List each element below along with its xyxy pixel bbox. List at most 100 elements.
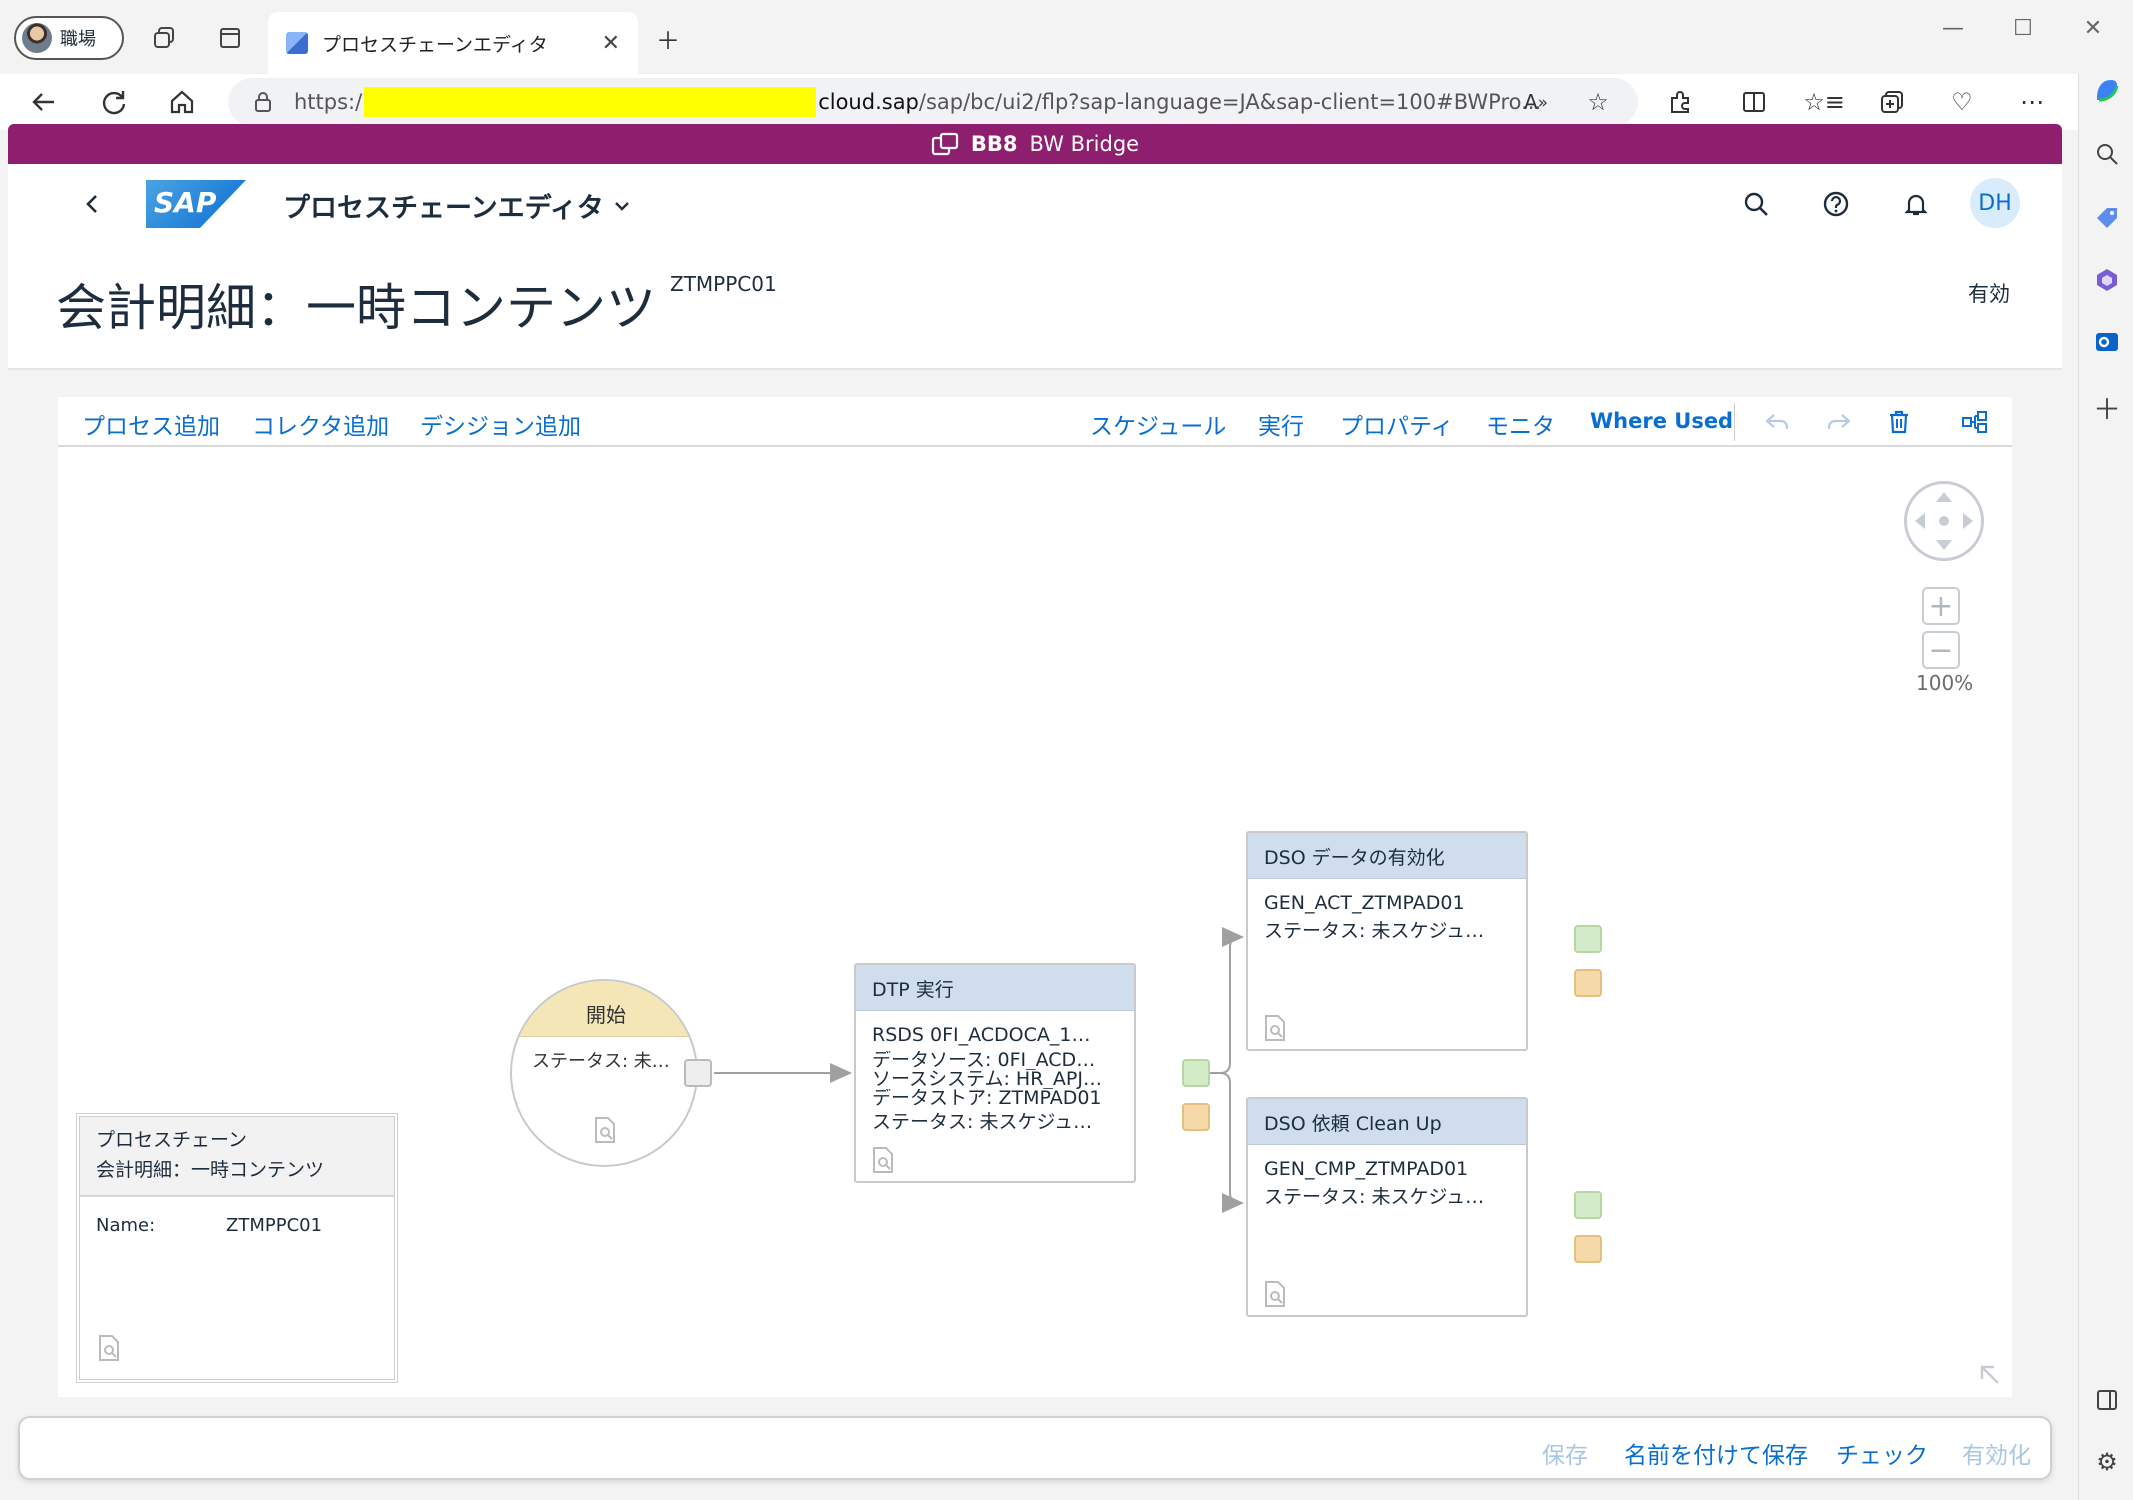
shopping-tag-icon[interactable] bbox=[2091, 202, 2123, 234]
extensions-icon[interactable] bbox=[1660, 82, 1700, 122]
chain-card-description: 会計明細：一時コンテンツ bbox=[96, 1159, 325, 1181]
split-screen-icon[interactable] bbox=[1734, 82, 1774, 122]
new-tab-icon[interactable]: ＋ bbox=[648, 18, 688, 58]
chevron-down-icon bbox=[614, 201, 629, 211]
undo-icon[interactable] bbox=[1760, 405, 1794, 439]
outlook-icon[interactable] bbox=[2091, 326, 2123, 358]
sidebar-settings-icon[interactable]: ⚙ bbox=[2091, 1446, 2123, 1478]
dtp-node-title: DTP 実行 bbox=[856, 965, 1134, 1011]
cleanup-node-status: ステータス: 未スケジュール bbox=[1264, 1186, 1504, 1208]
collections-icon[interactable] bbox=[1872, 82, 1912, 122]
sap-logo[interactable]: SAP bbox=[146, 180, 246, 228]
profile-button[interactable]: 職場 bbox=[14, 16, 124, 60]
url-redaction bbox=[364, 87, 817, 117]
sidebar-panel-icon[interactable] bbox=[2091, 1384, 2123, 1416]
zoom-out-button[interactable]: − bbox=[1922, 631, 1960, 669]
toolbar-separator bbox=[1734, 403, 1735, 441]
document-search-icon[interactable] bbox=[592, 1115, 618, 1145]
where-used-button[interactable]: Where Used bbox=[1590, 409, 1733, 433]
copilot-icon[interactable] bbox=[2091, 74, 2123, 106]
browser-essentials-icon[interactable]: ♡ bbox=[1942, 82, 1982, 122]
tab-actions-icon[interactable] bbox=[210, 18, 250, 58]
process-chain-card[interactable]: プロセスチェーン 会計明細：一時コンテンツ Name: ZTMPPC01 bbox=[76, 1113, 398, 1383]
read-aloud-icon[interactable]: A» bbox=[1516, 82, 1556, 122]
start-node[interactable]: 開始 ステータス: 未スケジュール bbox=[510, 979, 698, 1167]
dtp-success-port[interactable] bbox=[1182, 1059, 1210, 1087]
add-sidebar-icon[interactable]: ＋ bbox=[2091, 392, 2123, 426]
save-button[interactable]: 保存 bbox=[1542, 1436, 1588, 1470]
maximize-icon[interactable]: ☐ bbox=[1998, 8, 2048, 48]
navigation-pad[interactable] bbox=[1904, 481, 1984, 561]
favorite-star-icon[interactable]: ☆ bbox=[1578, 82, 1618, 122]
collapse-arrow-icon[interactable] bbox=[1974, 1359, 2004, 1389]
activate-success-port[interactable] bbox=[1574, 925, 1602, 953]
cleanup-node-title: DSO 依頼 Clean Up bbox=[1248, 1099, 1526, 1145]
workspaces-icon[interactable] bbox=[144, 18, 184, 58]
cleanup-dso-node[interactable]: DSO 依頼 Clean Up GEN_CMP_ZTMPAD01 ステータス: … bbox=[1246, 1097, 1528, 1317]
dtp-process-node[interactable]: DTP 実行 RSDS 0FI_ACDOCA_10 HR_APJ_CDS -> … bbox=[854, 963, 1136, 1183]
technical-name: ZTMPPC01 bbox=[670, 272, 777, 296]
zoom-in-button[interactable]: + bbox=[1922, 587, 1960, 625]
start-node-status: ステータス: 未スケジュール bbox=[532, 1051, 687, 1072]
cleanup-success-port[interactable] bbox=[1574, 1191, 1602, 1219]
add-decision-button[interactable]: デシジョン追加 bbox=[420, 407, 581, 441]
system-bar: BB8 BW Bridge bbox=[8, 124, 2062, 164]
document-search-icon[interactable] bbox=[1262, 1279, 1288, 1309]
tab-close-icon[interactable]: ✕ bbox=[602, 31, 620, 56]
page-title: 会計明細：一時コンテンツ bbox=[56, 279, 656, 337]
footer-toolbar: 保存 名前を付けて保存 チェック 有効化 bbox=[18, 1416, 2052, 1480]
monitor-button[interactable]: モニタ bbox=[1486, 407, 1555, 441]
dtp-node-line: データソース: 0FI_ACDOCA_10 bbox=[872, 1051, 1118, 1070]
redo-icon[interactable] bbox=[1822, 405, 1856, 439]
user-avatar[interactable]: DH bbox=[1970, 178, 2020, 228]
office-icon[interactable] bbox=[2091, 264, 2123, 296]
execute-button[interactable]: 実行 bbox=[1258, 407, 1304, 441]
url-path: /sap/bc/ui2/flp?sap-language=JA&sap-clie… bbox=[918, 90, 1542, 114]
cleanup-error-port[interactable] bbox=[1574, 1235, 1602, 1263]
start-output-port[interactable] bbox=[684, 1059, 712, 1087]
dtp-error-port[interactable] bbox=[1182, 1103, 1210, 1131]
back-icon[interactable] bbox=[24, 82, 64, 122]
tab-favicon-icon bbox=[286, 32, 308, 54]
layout-icon[interactable] bbox=[1958, 405, 1992, 439]
activate-error-port[interactable] bbox=[1574, 969, 1602, 997]
delete-icon[interactable] bbox=[1882, 405, 1916, 439]
activate-dso-node[interactable]: DSO データの有効化 GEN_ACT_ZTMPAD01 ステータス: 未スケジ… bbox=[1246, 831, 1528, 1051]
browser-tab-bar: 職場 プロセスチェーンエディタ ✕ ＋ — ☐ ✕ bbox=[0, 0, 2133, 74]
save-as-button[interactable]: 名前を付けて保存 bbox=[1624, 1436, 1808, 1470]
add-process-button[interactable]: プロセス追加 bbox=[82, 407, 220, 441]
dtp-node-line: ステータス: 未スケジュール bbox=[872, 1111, 1112, 1133]
object-header: 会計明細：一時コンテンツ ZTMPPC01 有効 bbox=[8, 246, 2062, 370]
help-icon[interactable] bbox=[1816, 184, 1856, 224]
refresh-icon[interactable] bbox=[94, 82, 134, 122]
editor-toolbar: プロセス追加 コレクタ追加 デシジョン追加 スケジュール 実行 プロパティ モニ… bbox=[58, 397, 2012, 447]
properties-button[interactable]: プロパティ bbox=[1340, 407, 1454, 441]
check-button[interactable]: チェック bbox=[1836, 1436, 1928, 1470]
schedule-button[interactable]: スケジュール bbox=[1090, 407, 1226, 441]
window-close-icon[interactable]: ✕ bbox=[2068, 8, 2118, 48]
browser-tab-active[interactable]: プロセスチェーンエディタ ✕ bbox=[268, 12, 638, 74]
dtp-node-line: ソースシステム: HR_APJ_CDS bbox=[872, 1070, 1118, 1089]
dtp-node-line: データストア: ZTMPAD01 bbox=[872, 1089, 1102, 1108]
home-icon[interactable] bbox=[162, 82, 202, 122]
graph-canvas[interactable]: + − 100% 開始 ステータス: 未スケジュール DTP 実行 RSDS 0… bbox=[58, 449, 2012, 1397]
document-search-icon[interactable] bbox=[870, 1145, 896, 1175]
shell-back-icon[interactable] bbox=[72, 184, 112, 224]
address-bar[interactable]: https:/ cloud.sap /sap/bc/ui2/flp?sap-la… bbox=[228, 78, 1638, 126]
add-collector-button[interactable]: コレクタ追加 bbox=[252, 407, 389, 441]
activate-node-name: GEN_ACT_ZTMPAD01 bbox=[1264, 892, 1465, 914]
notifications-bell-icon[interactable] bbox=[1896, 184, 1936, 224]
activate-button[interactable]: 有効化 bbox=[1962, 1436, 2031, 1470]
activate-node-title: DSO データの有効化 bbox=[1248, 833, 1526, 879]
chain-name-label: Name: bbox=[96, 1215, 156, 1236]
favorites-icon[interactable]: ☆≡ bbox=[1803, 82, 1845, 122]
dtp-node-line: RSDS 0FI_ACDOCA_10 HR_APJ_CDS -> ADSO ZT… bbox=[872, 1024, 1118, 1046]
app-title-menu[interactable]: プロセスチェーンエディタ bbox=[283, 186, 630, 225]
more-menu-icon[interactable]: ⋯ bbox=[2012, 82, 2052, 122]
shell-search-icon[interactable] bbox=[1736, 184, 1776, 224]
document-search-icon[interactable] bbox=[96, 1333, 122, 1363]
minimize-icon[interactable]: — bbox=[1928, 8, 1978, 48]
search-sidebar-icon[interactable] bbox=[2091, 138, 2123, 170]
document-search-icon[interactable] bbox=[1262, 1013, 1288, 1043]
start-node-title: 開始 bbox=[512, 981, 696, 1037]
